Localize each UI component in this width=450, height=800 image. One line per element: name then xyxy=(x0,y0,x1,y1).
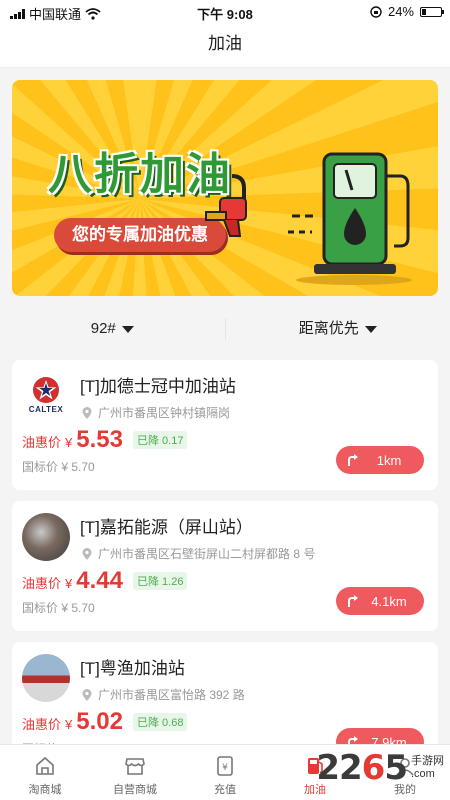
station-name: [T]粤渔加油站 xyxy=(80,659,185,678)
rotation-lock-icon xyxy=(370,5,382,18)
watermark-line-1: 手游网 xyxy=(411,755,444,767)
site-watermark: 2265 手游网 .com xyxy=(316,748,444,788)
location-pin-icon xyxy=(82,547,92,560)
address-text: 广州市番禺区富怡路 392 路 xyxy=(98,688,245,702)
filter-bar: 92# 距离优先 xyxy=(0,306,450,352)
currency-symbol: ¥ xyxy=(65,576,73,591)
battery-icon xyxy=(420,6,444,17)
discount-price: 4.44 xyxy=(76,567,123,594)
national-price: 国标价 ¥ 5.70 xyxy=(22,460,95,474)
price-drop-badge: 已降 1.26 xyxy=(132,572,188,590)
tab-label: 充值 xyxy=(214,784,236,796)
price-label: 油惠价 xyxy=(22,576,62,591)
battery-fill xyxy=(422,8,427,15)
tab-label: 淘商城 xyxy=(28,784,62,796)
address-text: 广州市番禺区石壁街屏山二村屏都路 8 号 xyxy=(98,547,316,561)
fuel-type-label: 92# xyxy=(90,320,116,337)
national-price: 国标价 ¥ 5.70 xyxy=(22,601,95,615)
fuel-pump-icon xyxy=(288,152,412,285)
tab-recharge[interactable]: ¥ 充值 xyxy=(180,745,270,800)
watermark-caption: 手游网 .com xyxy=(411,755,444,781)
distance-label: 4.1km xyxy=(371,593,407,609)
station-address: 广州市番禺区富怡路 392 路 xyxy=(82,686,245,703)
price-drop-badge: 已降 0.68 xyxy=(132,713,188,731)
status-bar: 中国联通 下午 9:08 24% xyxy=(0,0,450,24)
station-photo xyxy=(22,654,70,702)
station-photo xyxy=(22,513,70,561)
discount-price-row: 油惠价 ¥ 5.53 已降 0.17 xyxy=(22,426,188,454)
location-pin-icon xyxy=(82,406,92,419)
turn-right-icon xyxy=(348,595,358,607)
station-address: 广州市番禺区石壁街屏山二村屏都路 8 号 xyxy=(82,545,315,562)
turn-right-icon xyxy=(348,454,358,466)
navigate-button[interactable]: 4.1km xyxy=(336,587,424,615)
distance-label: 1km xyxy=(376,452,402,468)
discount-price-row: 油惠价 ¥ 5.02 已降 0.68 xyxy=(22,708,188,736)
discount-price-row: 油惠价 ¥ 4.44 已降 1.26 xyxy=(22,567,188,595)
caltex-logo: CALTEX xyxy=(22,372,70,420)
currency-symbol: ¥ xyxy=(65,435,73,450)
currency-symbol: ¥ xyxy=(65,717,73,732)
sort-label: 距离优先 xyxy=(298,320,359,337)
caltex-star-icon xyxy=(33,377,59,403)
price-label: 油惠价 xyxy=(22,435,62,450)
address-text: 广州市番禺区钟村镇隔岗 xyxy=(98,406,231,420)
banner-subtitle: 您的专属加油优惠 xyxy=(54,218,226,252)
caret-down-icon xyxy=(364,325,377,333)
home-icon xyxy=(36,756,54,775)
discount-price: 5.53 xyxy=(76,426,123,453)
status-right: 24% xyxy=(370,4,444,19)
location-pin-icon xyxy=(82,688,92,701)
navigate-button[interactable]: 1km xyxy=(336,446,424,474)
fuel-type-dropdown[interactable]: 92# xyxy=(0,306,225,352)
watermark-big-text: 2265 xyxy=(316,748,408,788)
tab-label: 自营商城 xyxy=(113,784,157,796)
station-name: [T]加德士冠中加油站 xyxy=(80,377,236,396)
tab-taobao-mall[interactable]: 淘商城 xyxy=(0,745,90,800)
discount-price: 5.02 xyxy=(76,708,123,735)
watermark-line-2: .com xyxy=(411,768,435,780)
promo-banner[interactable]: 八折加油 您的专属加油优惠 xyxy=(12,80,438,296)
station-name: [T]嘉拓能源（屏山站） xyxy=(80,518,253,537)
store-icon xyxy=(125,758,145,775)
price-drop-badge: 已降 0.17 xyxy=(132,431,188,449)
price-label: 油惠价 xyxy=(22,717,62,732)
station-card[interactable]: [T]嘉拓能源（屏山站） 广州市番禺区石壁街屏山二村屏都路 8 号 油惠价 ¥ … xyxy=(12,501,438,631)
fuel-nozzle-icon xyxy=(205,174,247,237)
recharge-icon: ¥ xyxy=(217,756,233,776)
tab-self-mall[interactable]: 自营商城 xyxy=(90,745,180,800)
sort-dropdown[interactable]: 距离优先 xyxy=(226,306,450,352)
svg-text:¥: ¥ xyxy=(222,763,228,773)
caret-down-icon xyxy=(121,325,134,333)
watermark-logo: 2265 xyxy=(316,748,408,788)
caltex-logo-text: CALTEX xyxy=(28,405,64,414)
station-address: 广州市番禺区钟村镇隔岗 xyxy=(82,404,230,421)
station-card[interactable]: CALTEX [T]加德士冠中加油站 广州市番禺区钟村镇隔岗 油惠价 ¥ 5.5… xyxy=(12,360,438,490)
station-list: CALTEX [T]加德士冠中加油站 广州市番禺区钟村镇隔岗 油惠价 ¥ 5.5… xyxy=(12,360,438,783)
page-title: 加油 xyxy=(0,24,450,68)
battery-percent: 24% xyxy=(387,4,414,19)
